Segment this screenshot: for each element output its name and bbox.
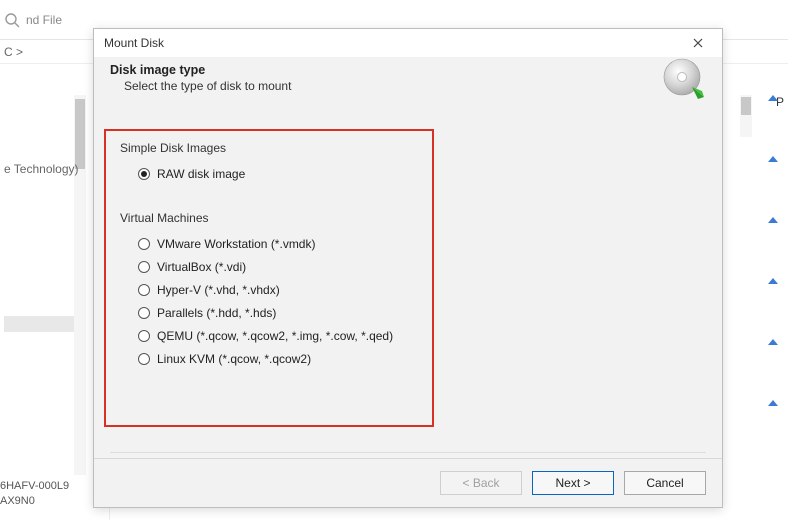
close-icon xyxy=(693,35,703,51)
bg-left-selection xyxy=(4,316,74,332)
group-simple-label: Simple Disk Images xyxy=(120,141,702,155)
disc-icon xyxy=(662,57,706,101)
radio-kvm[interactable]: Linux KVM (*.qcow, *.qcow2) xyxy=(138,352,702,366)
radio-label: VirtualBox (*.vdi) xyxy=(157,260,246,274)
radio-hyperv[interactable]: Hyper-V (*.vhd, *.vhdx) xyxy=(138,283,702,297)
bg-search-label: nd File xyxy=(26,13,62,27)
chevron-up-icon[interactable] xyxy=(768,400,778,406)
dialog-title: Mount Disk xyxy=(104,36,164,50)
bg-left-item: e Technology) xyxy=(4,162,105,176)
bg-right-scrollbar[interactable] xyxy=(740,95,752,137)
radio-label: RAW disk image xyxy=(157,167,245,181)
disk-label-line2: AX9N0 xyxy=(0,494,69,508)
chevron-up-icon[interactable] xyxy=(768,339,778,345)
dialog-header: Disk image type Select the type of disk … xyxy=(94,57,722,103)
radio-icon xyxy=(138,307,150,319)
header-title: Disk image type xyxy=(110,63,706,77)
radio-label: Hyper-V (*.vhd, *.vhdx) xyxy=(157,283,280,297)
radio-icon xyxy=(138,353,150,365)
radio-label: VMware Workstation (*.vmdk) xyxy=(157,237,315,251)
back-button: < Back xyxy=(440,471,522,495)
chevron-up-icon[interactable] xyxy=(768,156,778,162)
header-subtitle: Select the type of disk to mount xyxy=(124,79,706,93)
radio-parallels[interactable]: Parallels (*.hdd, *.hds) xyxy=(138,306,702,320)
next-button[interactable]: Next > xyxy=(532,471,614,495)
radio-icon xyxy=(138,238,150,250)
radio-vmware[interactable]: VMware Workstation (*.vmdk) xyxy=(138,237,702,251)
disk-label-line1: 6HAFV-000L9 xyxy=(0,479,69,493)
radio-icon xyxy=(138,261,150,273)
scrollbar-thumb[interactable] xyxy=(741,97,751,115)
dialog-content: Simple Disk Images RAW disk image Virtua… xyxy=(94,103,722,458)
chevron-up-icon[interactable] xyxy=(768,278,778,284)
group-vm-label: Virtual Machines xyxy=(120,211,702,225)
chevron-up-icon[interactable] xyxy=(768,95,778,101)
bg-disk-label: 6HAFV-000L9 AX9N0 xyxy=(0,479,69,508)
mount-disk-dialog: Mount Disk Disk image type Select the ty… xyxy=(93,28,723,508)
search-icon xyxy=(4,12,20,28)
footer-divider xyxy=(110,452,706,453)
radio-label: Linux KVM (*.qcow, *.qcow2) xyxy=(157,352,311,366)
radio-icon xyxy=(138,284,150,296)
radio-qemu[interactable]: QEMU (*.qcow, *.qcow2, *.img, *.cow, *.q… xyxy=(138,329,702,343)
dialog-footer: < Back Next > Cancel xyxy=(94,458,722,507)
radio-icon xyxy=(138,330,150,342)
dialog-titlebar[interactable]: Mount Disk xyxy=(94,29,722,57)
radio-raw[interactable]: RAW disk image xyxy=(138,167,702,181)
cancel-button[interactable]: Cancel xyxy=(624,471,706,495)
breadcrumb-text: C > xyxy=(4,45,23,59)
radio-label: Parallels (*.hdd, *.hds) xyxy=(157,306,276,320)
chevron-up-icon[interactable] xyxy=(768,217,778,223)
bg-right-chevrons xyxy=(758,95,788,406)
radio-label: QEMU (*.qcow, *.qcow2, *.img, *.cow, *.q… xyxy=(157,329,393,343)
radio-icon xyxy=(138,168,150,180)
radio-virtualbox[interactable]: VirtualBox (*.vdi) xyxy=(138,260,702,274)
close-button[interactable] xyxy=(680,31,716,55)
